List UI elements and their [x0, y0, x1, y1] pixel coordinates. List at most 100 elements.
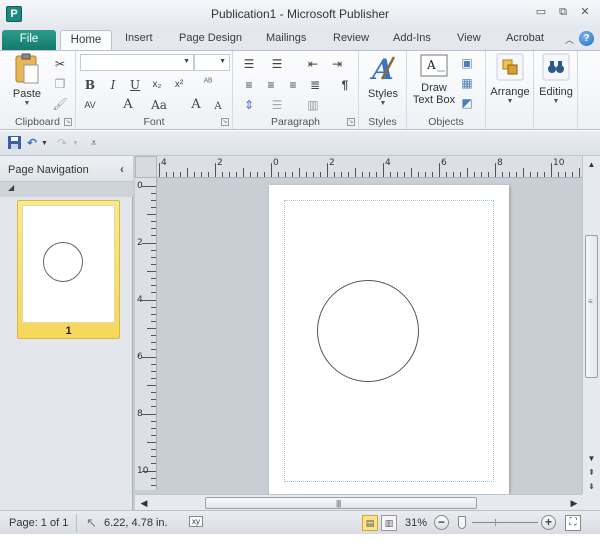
minimize-ribbon-icon[interactable]: ︿ [565, 33, 574, 46]
tab-mailings[interactable]: Mailings [266, 32, 306, 44]
font-color-button[interactable]: A [120, 97, 136, 113]
nav-section-header[interactable]: ◢ [0, 182, 133, 197]
bold-button[interactable]: B [82, 77, 98, 93]
draw-text-box-button[interactable]: A Draw Text Box [411, 53, 457, 106]
scroll-down-icon[interactable]: ▼ [583, 452, 600, 466]
numbering-icon[interactable]: ☰ [269, 56, 285, 72]
editing-button[interactable]: Editing ▼ [536, 53, 576, 106]
underline-button[interactable]: U [127, 77, 143, 93]
zoom-in-button[interactable]: + [541, 515, 556, 530]
columns-icon[interactable]: ▥ [305, 97, 321, 113]
tab-view[interactable]: View [457, 32, 481, 44]
scroll-up-icon[interactable]: ▲ [583, 158, 600, 172]
font-size-select[interactable]: ▼ [194, 54, 230, 71]
zoom-slider-thumb[interactable] [458, 516, 466, 529]
undo-icon[interactable]: ↶ [27, 136, 37, 150]
paragraph-spacing-icon[interactable]: ☰ [269, 97, 285, 113]
vertical-ruler[interactable]: 0 2 4 6 8 10 [135, 178, 157, 490]
horizontal-scroll-thumb[interactable]: |||| [205, 497, 477, 509]
font-launcher-icon[interactable]: ↘ [221, 118, 229, 126]
justify-icon[interactable]: ≣ [307, 77, 323, 93]
superscript-button[interactable]: x² [171, 77, 187, 93]
shapes-icon[interactable]: ◩ [459, 95, 475, 111]
page-navigation-title: Page Navigation [8, 164, 89, 176]
shrink-font-button[interactable]: A [210, 99, 226, 115]
copy-icon[interactable]: ❐ [52, 76, 68, 92]
paste-dropdown-icon[interactable]: ▼ [8, 100, 46, 108]
ruler-tick [151, 193, 156, 194]
tab-home[interactable]: Home [60, 30, 112, 50]
tab-page-design[interactable]: Page Design [179, 32, 242, 44]
tab-acrobat[interactable]: Acrobat [506, 32, 544, 44]
bullets-icon[interactable]: ☰ [241, 56, 257, 72]
increase-indent-icon[interactable]: ⇥ [329, 56, 345, 72]
decrease-indent-icon[interactable]: ⇤ [305, 56, 321, 72]
zoom-level[interactable]: 31% [405, 517, 427, 529]
ruler-tick [208, 172, 209, 177]
ruler-label: 2 [217, 158, 223, 168]
ruler-tick [151, 292, 156, 293]
line-spacing-icon[interactable]: ⇕ [241, 97, 257, 113]
grow-font-button[interactable]: A [188, 97, 204, 113]
horizontal-scrollbar[interactable]: ◀ |||| ▶ [135, 494, 582, 510]
publication-canvas[interactable] [158, 178, 582, 494]
ribbon: Paste ▼ ✂ ❐ 🖌 Clipboard ↘ ▼ ▼ B I U x₂ x… [0, 50, 600, 130]
clear-formatting-icon[interactable]: ᴬᴮ [200, 75, 216, 91]
align-center-icon[interactable]: ≡ [263, 77, 279, 93]
subscript-button[interactable]: x₂ [149, 77, 165, 93]
zoom-slider-track[interactable] [472, 522, 538, 523]
single-page-view-button[interactable]: ▤ [362, 515, 378, 531]
redo-icon[interactable]: ↷ [57, 136, 67, 150]
restore-button[interactable]: ⧉ [556, 6, 570, 19]
page-thumbnail[interactable]: 1 [17, 200, 120, 339]
table-icon[interactable]: ▦ [459, 75, 475, 91]
publication-page[interactable] [269, 185, 509, 494]
format-painter-icon[interactable]: 🖌 [52, 96, 68, 112]
paragraph-launcher-icon[interactable]: ↘ [347, 118, 355, 126]
character-spacing-button[interactable]: AV [82, 97, 98, 113]
text-box-icon: A [420, 54, 448, 77]
change-case-button[interactable]: Aa [148, 97, 170, 113]
next-page-icon[interactable]: ⇟ [583, 480, 600, 494]
circle-shape[interactable] [317, 280, 419, 382]
scroll-right-icon[interactable]: ▶ [567, 496, 581, 510]
styles-group-label: Styles [368, 116, 397, 128]
scroll-left-icon[interactable]: ◀ [137, 496, 151, 510]
close-button[interactable]: ✕ [578, 6, 592, 19]
tab-file[interactable]: File [2, 30, 56, 50]
picture-icon[interactable]: ▣ [459, 55, 475, 71]
arrange-button[interactable]: Arrange ▼ [488, 53, 532, 106]
align-left-icon[interactable]: ≡ [241, 77, 257, 93]
minimize-button[interactable]: ▭ [534, 6, 548, 19]
expand-triangle-icon: ◢ [8, 183, 15, 192]
ruler-tick [151, 406, 156, 407]
ruler-corner[interactable] [135, 156, 157, 178]
tab-insert[interactable]: Insert [125, 32, 153, 44]
vertical-scrollbar[interactable]: ▲ ≡ ▼ ⇞ ⇟ [582, 156, 600, 494]
styles-button[interactable]: A Styles ▼ [363, 53, 403, 108]
horizontal-ruler[interactable]: 4 2 0 2 4 6 8 10 [157, 156, 582, 178]
tab-add-ins[interactable]: Add-Ins [393, 32, 431, 44]
vertical-scroll-thumb[interactable]: ≡ [585, 235, 598, 378]
zoom-out-button[interactable]: − [434, 515, 449, 530]
customize-qat-icon[interactable]: ⩡ [91, 138, 97, 149]
fit-page-icon[interactable]: ⛶ [565, 515, 581, 531]
align-right-icon[interactable]: ≡ [285, 77, 301, 93]
save-icon[interactable] [8, 136, 21, 152]
collapse-pane-icon[interactable]: ‹ [120, 162, 124, 176]
show-formatting-button[interactable]: ¶ [337, 77, 353, 93]
cut-icon[interactable]: ✂ [52, 56, 68, 72]
redo-dropdown-icon[interactable]: ▼ [72, 140, 79, 147]
tab-review[interactable]: Review [333, 32, 369, 44]
page-indicator[interactable]: Page: 1 of 1 [9, 517, 68, 529]
object-size-icon[interactable]: xy [189, 516, 203, 527]
clipboard-launcher-icon[interactable]: ↘ [64, 118, 72, 126]
paste-button[interactable]: Paste ▼ [8, 53, 46, 108]
ruler-tick [474, 172, 475, 177]
help-icon[interactable]: ? [579, 31, 594, 46]
two-page-view-button[interactable]: ▥ [381, 515, 397, 531]
previous-page-icon[interactable]: ⇞ [583, 466, 600, 480]
undo-dropdown-icon[interactable]: ▼ [41, 140, 48, 147]
font-name-select[interactable]: ▼ [80, 54, 194, 71]
italic-button[interactable]: I [105, 77, 121, 93]
